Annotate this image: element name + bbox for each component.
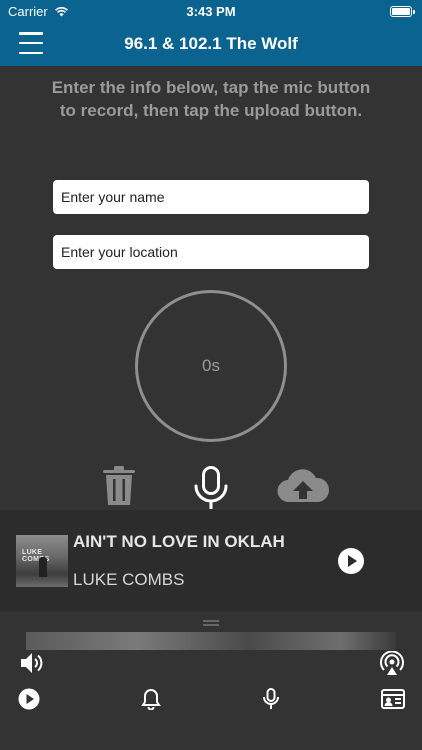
play-icon[interactable] — [18, 688, 40, 715]
speaker-icon[interactable] — [19, 651, 45, 680]
contact-card-icon[interactable] — [381, 688, 405, 715]
record-timer-circle: 0s — [135, 290, 287, 442]
now-playing-bar[interactable]: LUKE COMBS AIN'T NO LOVE IN OKLAH LUKE C… — [0, 510, 422, 611]
instructions-text: Enter the info below, tap the mic button… — [51, 78, 371, 120]
cloud-upload-icon[interactable] — [276, 466, 330, 511]
status-bar: Carrier 3:43 PM — [0, 0, 422, 24]
bell-icon[interactable] — [141, 688, 161, 715]
location-input[interactable] — [53, 235, 369, 269]
album-art: LUKE COMBS — [16, 535, 68, 587]
nav-bar: 96.1 & 102.1 The Wolf — [0, 24, 422, 66]
page-title: 96.1 & 102.1 The Wolf — [124, 34, 298, 53]
microphone-icon[interactable] — [262, 688, 280, 715]
microphone-icon[interactable] — [192, 466, 230, 515]
track-title: AIN'T NO LOVE IN OKLAH — [73, 532, 285, 551]
drag-handle[interactable] — [203, 620, 219, 626]
video-thumbnail — [26, 632, 396, 650]
status-time: 3:43 PM — [186, 4, 236, 19]
track-artist: LUKE COMBS — [73, 570, 185, 589]
player-panel — [0, 611, 422, 750]
name-input[interactable] — [53, 180, 369, 214]
play-icon[interactable] — [338, 548, 364, 574]
battery-icon — [390, 6, 415, 17]
airplay-icon[interactable] — [379, 650, 405, 682]
trash-icon[interactable] — [101, 466, 137, 511]
record-timer-value: 0s — [202, 356, 220, 375]
